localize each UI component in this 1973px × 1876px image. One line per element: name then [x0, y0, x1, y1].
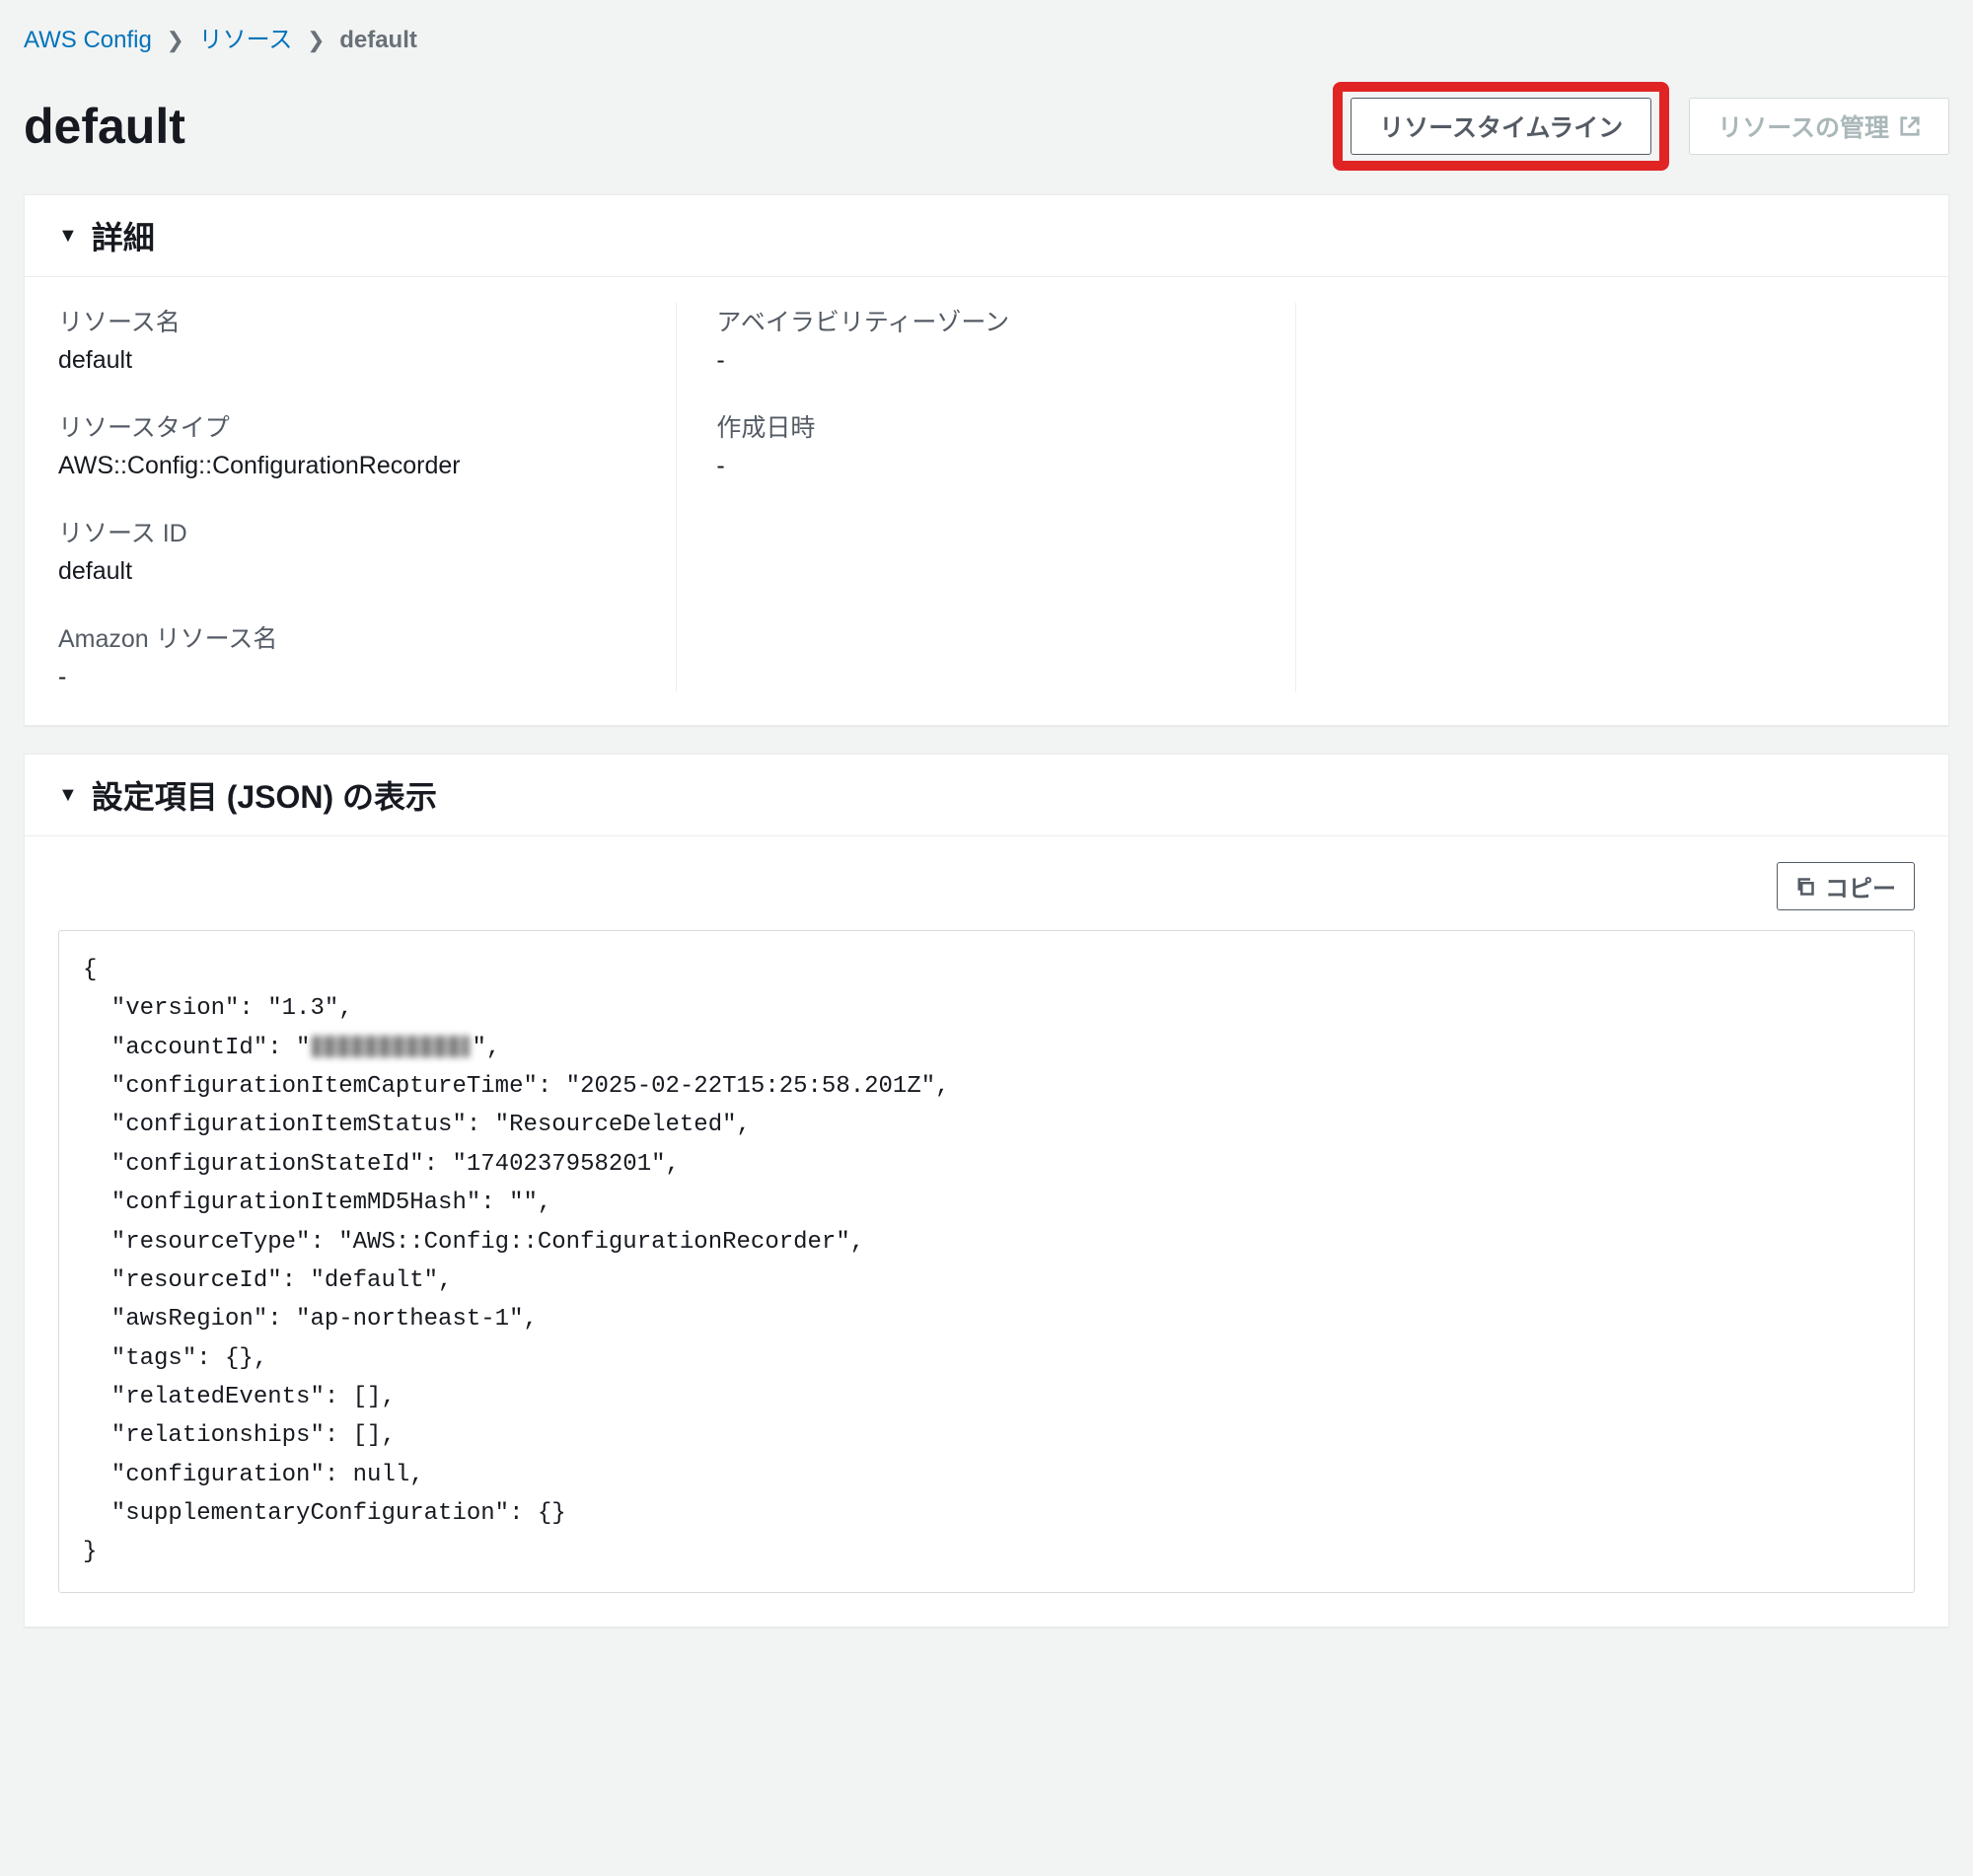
resource-type-value: AWS::Config::ConfigurationRecorder — [58, 452, 636, 480]
details-col-1: リソース名 default リソースタイプ AWS::Config::Confi… — [58, 303, 677, 691]
chevron-right-icon: ❯ — [167, 28, 184, 52]
az-value: - — [716, 346, 1255, 375]
json-code-block: { "version": "1.3", "accountId": "", "co… — [58, 930, 1915, 1593]
breadcrumb-root-link[interactable]: AWS Config — [24, 27, 152, 53]
resource-type-label: リソースタイプ — [58, 408, 636, 444]
copy-button[interactable]: コピー — [1777, 862, 1915, 910]
details-col-2: アベイラビリティーゾーン - 作成日時 - — [677, 303, 1295, 691]
resource-name-value: default — [58, 346, 636, 375]
json-title: 設定項目 (JSON) の表示 — [92, 772, 437, 818]
manage-resource-button[interactable]: リソースの管理 — [1689, 98, 1949, 155]
created-label: 作成日時 — [716, 408, 1255, 444]
az-label: アベイラビリティーゾーン — [716, 303, 1255, 338]
external-link-icon — [1899, 115, 1921, 137]
manage-resource-label: リソースの管理 — [1717, 108, 1889, 144]
breadcrumb: AWS Config ❯ リソース ❯ default — [0, 0, 1973, 68]
json-code-suffix: ", "configurationItemCaptureTime": "2025… — [83, 1035, 950, 1566]
details-col-3 — [1296, 303, 1915, 691]
resource-id-label: リソース ID — [58, 514, 636, 549]
arn-value: - — [58, 663, 636, 691]
json-body: コピー { "version": "1.3", "accountId": "",… — [25, 836, 1948, 1626]
highlight-annotation: リソースタイムライン — [1333, 82, 1669, 171]
json-header[interactable]: ▼ 設定項目 (JSON) の表示 — [25, 755, 1948, 836]
copy-icon — [1795, 877, 1815, 897]
breadcrumb-resources-link[interactable]: リソース — [199, 27, 293, 53]
resource-timeline-button[interactable]: リソースタイムライン — [1351, 98, 1651, 155]
details-header[interactable]: ▼ 詳細 — [25, 195, 1948, 277]
caret-down-icon: ▼ — [58, 225, 78, 248]
json-panel: ▼ 設定項目 (JSON) の表示 コピー { "version": "1.3"… — [24, 754, 1949, 1627]
redacted-account-id — [312, 1036, 470, 1057]
details-title: 詳細 — [92, 213, 155, 258]
chevron-right-icon: ❯ — [307, 28, 325, 52]
caret-down-icon: ▼ — [58, 784, 78, 807]
resource-id-value: default — [58, 557, 636, 586]
title-actions: リソースタイムライン リソースの管理 — [1333, 82, 1949, 171]
resource-name-label: リソース名 — [58, 303, 636, 338]
copy-label: コピー — [1825, 869, 1896, 903]
created-value: - — [716, 452, 1255, 480]
details-body: リソース名 default リソースタイプ AWS::Config::Confi… — [25, 277, 1948, 725]
details-panel: ▼ 詳細 リソース名 default リソースタイプ AWS::Config::… — [24, 194, 1949, 726]
arn-label: Amazon リソース名 — [58, 619, 636, 655]
breadcrumb-current: default — [339, 27, 417, 53]
page-title-row: default リソースタイムライン リソースの管理 — [0, 68, 1973, 194]
page-title: default — [24, 98, 185, 155]
